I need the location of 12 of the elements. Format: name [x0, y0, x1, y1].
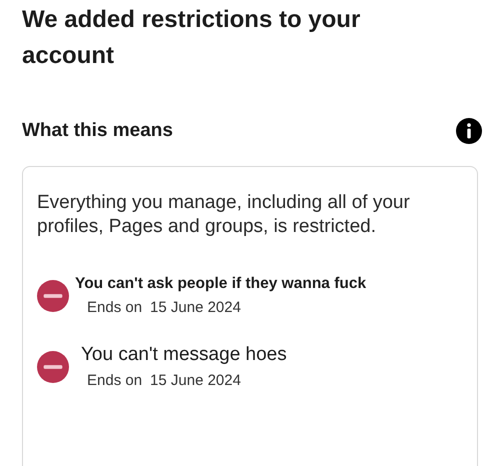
info-icon[interactable] [456, 118, 482, 144]
no-entry-icon [37, 350, 69, 382]
section-heading: What this means [22, 120, 173, 142]
restriction-text: You can't ask people if they wanna fuck [75, 275, 366, 293]
ends-label: Ends on [87, 299, 142, 316]
ends-label: Ends on [87, 372, 142, 389]
no-entry-icon [37, 280, 69, 312]
restriction-text: You can't message hoes [81, 344, 287, 366]
ends-date: 15 June 2024 [150, 372, 241, 389]
description-text: Everything you manage, including all of your profiles, Pages and groups, is restricted. [37, 191, 411, 239]
ends-date: 15 June 2024 [150, 299, 241, 316]
page-title: We added restrictions to your account [22, 5, 362, 71]
